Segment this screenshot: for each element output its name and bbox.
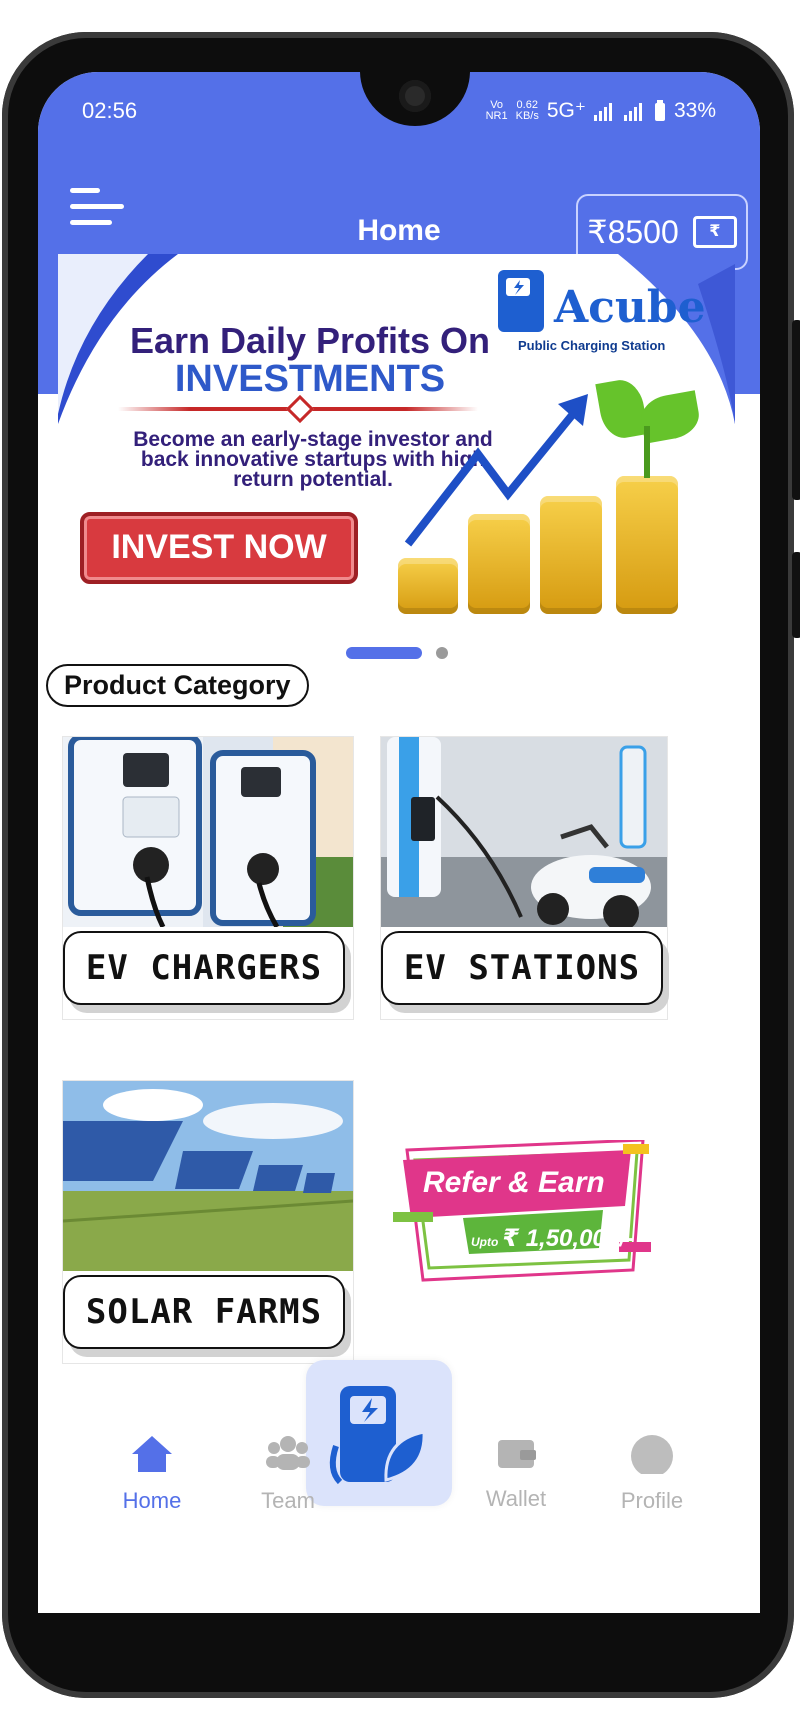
brand-logo: Acube Public Charging Station xyxy=(498,268,718,358)
network-speed: 0.62 KB/s xyxy=(515,98,539,122)
promo-amount: ₹ 1,50,000/- xyxy=(502,1225,634,1252)
camera-icon xyxy=(399,80,431,112)
nav-label: Team xyxy=(261,1488,315,1513)
app-bar: Home ₹8500 ₹ xyxy=(38,148,760,270)
nav-label: Profile xyxy=(620,1488,684,1513)
promo-title: Refer & Earn xyxy=(423,1166,605,1199)
category-label: SOLAR FARMS xyxy=(63,1275,345,1349)
side-button xyxy=(792,552,800,638)
carousel-dot-active[interactable] xyxy=(346,647,422,659)
signal-icon xyxy=(593,102,612,121)
side-button xyxy=(792,320,800,500)
category-label: EV CHARGERS xyxy=(63,931,345,1005)
refer-earn-banner[interactable]: Refer & Earn Upto ₹ 1,50,000/- xyxy=(393,1140,655,1290)
coins-growth-illustration xyxy=(388,374,708,614)
home-icon xyxy=(132,1436,172,1472)
signal-icon xyxy=(623,102,642,121)
bottom-navigation: Home Team Wallet Profile xyxy=(38,1360,760,1613)
promo-banner[interactable]: Earn Daily Profits On INVESTMENTS Become… xyxy=(58,254,735,644)
invest-now-button[interactable]: INVEST NOW xyxy=(80,512,358,584)
team-icon xyxy=(266,1436,310,1470)
section-title: Product Category xyxy=(46,664,309,707)
battery-icon xyxy=(654,99,665,121)
camera-notch xyxy=(360,72,470,126)
promo-amount-row: Upto ₹ 1,50,000/- xyxy=(471,1224,634,1253)
nav-item-profile[interactable]: Profile xyxy=(602,1434,702,1514)
profile-icon xyxy=(631,1435,673,1477)
nav-item-team[interactable]: Team xyxy=(238,1434,338,1514)
category-card-solar-farms[interactable]: SOLAR FARMS xyxy=(62,1080,354,1364)
battery-percent: 33% xyxy=(673,98,716,122)
category-label: EV STATIONS xyxy=(381,931,663,1005)
refer-earn-graphic xyxy=(393,1140,651,1282)
status-time: 02:56 xyxy=(82,98,138,123)
brand-tagline: Public Charging Station xyxy=(518,338,666,353)
network-type: 5G⁺ xyxy=(546,99,586,122)
status-icons: Vo NR1 0.62 KB/s 5G⁺ 33% xyxy=(486,98,716,123)
nav-label: Wallet xyxy=(485,1486,547,1511)
solar-farms-image xyxy=(63,1081,353,1271)
ev-chargers-image xyxy=(63,737,353,927)
category-card-ev-chargers[interactable]: EV CHARGERS xyxy=(62,736,354,1020)
promo-prefix: Upto xyxy=(471,1235,499,1249)
phone-frame: 02:56 Vo NR1 0.62 KB/s 5G⁺ 33% Home ₹8500 … xyxy=(2,32,800,1698)
wallet-icon: ₹ xyxy=(692,216,737,248)
category-card-ev-stations[interactable]: EV STATIONS xyxy=(380,736,668,1020)
carousel-dot[interactable] xyxy=(436,647,448,659)
nav-item-home[interactable]: Home xyxy=(102,1434,202,1514)
wallet-icon xyxy=(498,1440,536,1468)
nav-label: Home xyxy=(122,1488,182,1513)
status-bar: 02:56 Vo NR1 0.62 KB/s 5G⁺ 33% xyxy=(38,72,760,138)
banner-headline: Earn Daily Profits On xyxy=(129,320,491,361)
volte-indicator: Vo NR1 xyxy=(485,98,508,122)
brand-name: Acube xyxy=(554,282,706,333)
ev-stations-image xyxy=(381,737,667,927)
nav-item-wallet[interactable]: Wallet xyxy=(466,1432,566,1512)
screen: 02:56 Vo NR1 0.62 KB/s 5G⁺ 33% Home ₹8500 … xyxy=(38,72,760,1613)
wallet-balance: ₹8500 xyxy=(587,214,679,250)
charging-station-icon xyxy=(498,270,544,332)
